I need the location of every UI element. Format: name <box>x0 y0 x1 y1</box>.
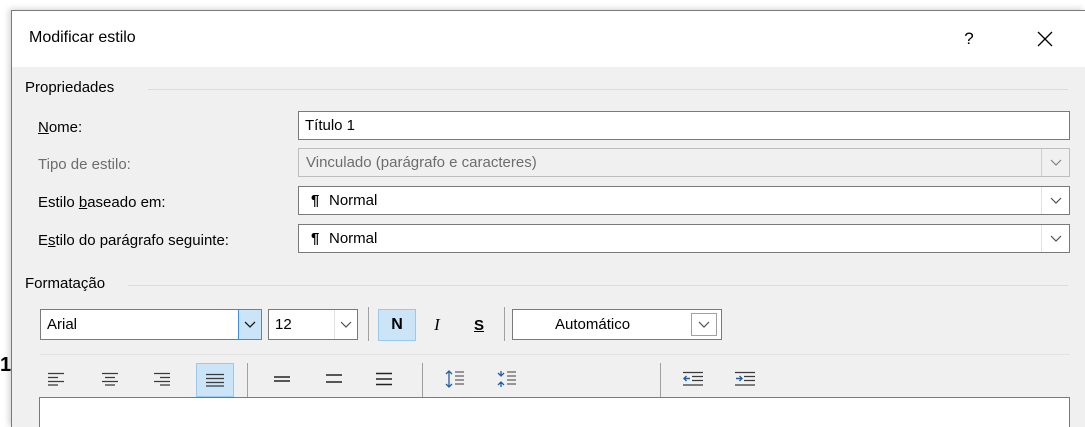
properties-group-label: Propriedades <box>25 79 115 96</box>
decrease-spacing-before-icon <box>497 371 516 387</box>
name-input-value: Título 1 <box>305 117 356 134</box>
align-center-icon <box>102 372 118 386</box>
bold-button[interactable]: N <box>378 309 416 341</box>
name-label-text: ome: <box>48 119 83 136</box>
help-button[interactable]: ? <box>952 22 986 56</box>
italic-button[interactable]: I <box>422 309 452 341</box>
help-icon: ? <box>964 29 974 48</box>
font-name-combo[interactable]: Arial <box>40 309 262 340</box>
single-spacing-icon <box>274 376 290 382</box>
based-on-select[interactable]: ¶ Normal <box>298 186 1070 215</box>
toolbar-separator <box>660 363 661 397</box>
font-size-combo[interactable]: 12 <box>268 309 358 340</box>
formatting-group-divider <box>128 285 1068 286</box>
next-paragraph-label-accesskey: s <box>48 232 56 249</box>
toolbar-separator <box>504 307 505 341</box>
font-size-value: 12 <box>275 316 292 333</box>
next-paragraph-value: Normal <box>329 230 378 247</box>
bold-label: N <box>391 316 403 333</box>
increase-indent-icon <box>735 371 755 386</box>
based-on-label-accesskey: b <box>78 194 88 211</box>
next-paragraph-select[interactable]: ¶ Normal <box>298 224 1070 253</box>
align-left-button[interactable] <box>40 363 72 395</box>
decrease-spacing-before-button[interactable] <box>490 363 524 395</box>
chevron-down-icon <box>698 321 710 328</box>
dialog-titlebar[interactable]: Modificar estilo ? <box>12 11 1085 67</box>
increase-indent-button[interactable] <box>728 363 762 395</box>
based-on-value-wrap: ¶ Normal <box>299 187 377 214</box>
chevron-down-icon <box>1050 197 1061 204</box>
single-spacing-button[interactable] <box>266 363 298 395</box>
font-color-combo[interactable]: Automático <box>512 309 722 340</box>
name-label-accesskey: N <box>38 119 49 136</box>
font-name-value: Arial <box>47 316 78 333</box>
one-half-spacing-icon <box>326 374 342 383</box>
font-name-dropdown-arrow[interactable] <box>238 309 262 340</box>
close-button[interactable] <box>1028 22 1062 56</box>
name-label: Nome: <box>38 119 82 136</box>
font-color-dropdown-arrow[interactable] <box>691 313 717 336</box>
style-type-dropdown-arrow[interactable] <box>1041 149 1069 176</box>
italic-label: I <box>434 315 440 334</box>
toolbar-separator <box>368 307 369 341</box>
modify-style-dialog: Modificar estilo ? Propriedades Nome: Tí… <box>11 10 1085 427</box>
chevron-down-icon <box>1050 235 1061 242</box>
toolbar-separator <box>422 363 423 397</box>
align-right-button[interactable] <box>146 363 178 395</box>
properties-group-divider <box>148 89 1068 90</box>
double-spacing-button[interactable] <box>368 363 400 395</box>
one-half-spacing-button[interactable] <box>318 363 350 395</box>
style-type-select[interactable]: Vinculado (parágrafo e caracteres) <box>298 148 1070 177</box>
based-on-label: Estilo baseado em: <box>38 194 166 211</box>
name-input[interactable]: Título 1 <box>298 111 1070 140</box>
decrease-indent-icon <box>683 371 703 386</box>
background-text-fragment: 1 <box>0 354 12 376</box>
next-paragraph-dropdown-arrow[interactable] <box>1041 225 1069 252</box>
toolbar-separator <box>247 363 248 397</box>
based-on-value: Normal <box>329 192 378 209</box>
next-paragraph-label-b: tilo do parágrafo seguinte: <box>55 232 229 249</box>
toolbar-row-divider <box>40 354 1070 355</box>
close-icon <box>1037 31 1053 47</box>
based-on-label-a: Estilo <box>38 194 79 211</box>
underline-label: S <box>473 316 484 334</box>
font-size-dropdown-arrow[interactable] <box>334 310 357 339</box>
paragraph-style-icon: ¶ <box>311 230 320 247</box>
paragraph-style-icon: ¶ <box>311 192 320 209</box>
formatting-group-label: Formatação <box>25 275 106 292</box>
decrease-indent-button[interactable] <box>676 363 710 395</box>
next-paragraph-value-wrap: ¶ Normal <box>299 225 377 252</box>
chevron-down-icon <box>1050 159 1061 166</box>
justify-button[interactable] <box>196 363 234 397</box>
style-type-label: Tipo de estilo: <box>38 156 131 173</box>
based-on-label-b: aseado em: <box>87 194 166 211</box>
font-color-value: Automático <box>555 316 631 333</box>
double-spacing-icon <box>376 372 392 386</box>
increase-spacing-before-icon <box>445 370 464 388</box>
style-type-value: Vinculado (parágrafo e caracteres) <box>306 154 537 171</box>
next-paragraph-label-a: E <box>38 232 49 249</box>
chevron-down-icon <box>244 321 256 328</box>
dialog-title: Modificar estilo <box>29 29 136 46</box>
align-left-icon <box>48 372 64 386</box>
chevron-down-icon <box>340 321 352 328</box>
underline-button[interactable]: S <box>464 309 494 341</box>
align-center-button[interactable] <box>94 363 126 395</box>
increase-spacing-before-button[interactable] <box>438 363 472 395</box>
justify-icon <box>206 373 224 387</box>
next-paragraph-label: Estilo do parágrafo seguinte: <box>38 232 229 249</box>
based-on-dropdown-arrow[interactable] <box>1041 187 1069 214</box>
style-preview-pane <box>39 397 1070 427</box>
align-right-icon <box>154 372 170 386</box>
